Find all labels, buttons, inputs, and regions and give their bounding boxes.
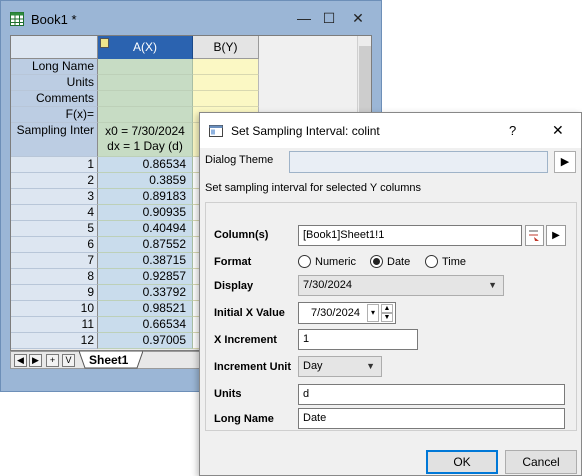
settings-group: Column(s) [Book1]Sheet1!1 ▶ Format Numer…: [205, 202, 577, 431]
initial-x-value-label: Initial X Value: [214, 307, 285, 319]
format-numeric-label[interactable]: Numeric: [315, 256, 356, 268]
long-name-label: Long Name: [214, 413, 274, 425]
sampling-x0-text: x0 = 7/30/2024: [105, 124, 185, 138]
row-header-units[interactable]: Units: [11, 75, 98, 91]
initial-x-value-picker[interactable]: 7/30/2024 ▾ ▲ ▼: [298, 302, 396, 324]
date-dropdown-icon[interactable]: ▾: [367, 304, 379, 322]
sheet-list-button[interactable]: V: [62, 354, 75, 367]
first-sheet-button[interactable]: ◀: [14, 354, 27, 367]
row-header[interactable]: 7: [11, 253, 98, 269]
dialog-theme-button[interactable]: ▶: [554, 151, 576, 173]
corner-cell[interactable]: [11, 36, 98, 59]
columns-label: Column(s): [214, 229, 269, 241]
columns-input[interactable]: [Book1]Sheet1!1: [298, 225, 522, 246]
column-x-marker-icon: [100, 38, 109, 48]
cell-a[interactable]: 0.66534: [98, 317, 193, 333]
sampling-dx-text: dx = 1 Day (d): [107, 139, 183, 153]
increment-unit-dropdown[interactable]: Day ▼: [298, 356, 382, 377]
column-picker-button[interactable]: [525, 225, 544, 246]
cell-a-fx[interactable]: [98, 107, 193, 123]
dialog-theme-label: Dialog Theme: [205, 154, 274, 166]
cell-a[interactable]: 0.87552: [98, 237, 193, 253]
dialog-title: Set Sampling Interval: colint: [231, 124, 380, 138]
help-button[interactable]: ?: [509, 123, 516, 138]
cancel-button[interactable]: Cancel: [505, 450, 577, 474]
row-header[interactable]: 3: [11, 189, 98, 205]
cell-b-long-name[interactable]: [193, 59, 259, 75]
column-header-b[interactable]: B(Y): [193, 36, 259, 59]
add-sheet-button[interactable]: +: [46, 354, 59, 367]
ok-button[interactable]: OK: [426, 450, 498, 474]
display-dropdown[interactable]: 7/30/2024 ▼: [298, 275, 504, 296]
cell-a[interactable]: 0.98521: [98, 301, 193, 317]
row-header[interactable]: 11: [11, 317, 98, 333]
row-header[interactable]: 6: [11, 237, 98, 253]
dialog-close-button[interactable]: ✕: [552, 122, 564, 139]
cell-a[interactable]: 0.89183: [98, 189, 193, 205]
cell-a[interactable]: 0.33792: [98, 285, 193, 301]
row-header[interactable]: 9: [11, 285, 98, 301]
row-header[interactable]: 4: [11, 205, 98, 221]
cell-a[interactable]: 0.86534: [98, 157, 193, 173]
workbook-icon: [10, 12, 24, 26]
row-header[interactable]: 5: [11, 221, 98, 237]
chevron-down-icon: ▼: [366, 361, 375, 371]
format-date-radio[interactable]: [370, 255, 383, 268]
units-label: Units: [214, 388, 242, 400]
cell-a-sampling-interval[interactable]: x0 = 7/30/2024 dx = 1 Day (d): [98, 123, 193, 157]
cell-a[interactable]: 0.92857: [98, 269, 193, 285]
increment-unit-label: Increment Unit: [214, 361, 292, 373]
cell-a[interactable]: 0.40494: [98, 221, 193, 237]
column-b-label: B(Y): [213, 40, 238, 54]
cell-a-long-name[interactable]: [98, 59, 193, 75]
column-header-a[interactable]: A(X): [98, 36, 193, 59]
display-label: Display: [214, 280, 254, 292]
dialog-description: Set sampling interval for selected Y col…: [205, 182, 422, 194]
spin-up-icon[interactable]: ▲: [381, 304, 393, 313]
row-header-long-name[interactable]: Long Name: [11, 59, 98, 75]
dialog-theme-field[interactable]: [289, 151, 548, 173]
cell-a[interactable]: 0.3859: [98, 173, 193, 189]
row-header-fx[interactable]: F(x)=: [11, 107, 98, 123]
close-button[interactable]: ✕: [335, 1, 381, 35]
row-header[interactable]: 12: [11, 333, 98, 349]
column-a-label: A(X): [133, 40, 157, 54]
cell-a[interactable]: 0.97005: [98, 333, 193, 349]
units-input[interactable]: d: [298, 384, 565, 405]
cell-b-comments[interactable]: [193, 91, 259, 107]
format-time-label[interactable]: Time: [442, 256, 466, 268]
dialog-titlebar[interactable]: Set Sampling Interval: colint ? ✕: [200, 113, 581, 148]
workbook-title: Book1 *: [31, 12, 77, 27]
format-numeric-radio[interactable]: [298, 255, 311, 268]
row-header-sampling-interval[interactable]: Sampling Inter: [11, 123, 98, 157]
chevron-down-icon: ▼: [488, 280, 497, 290]
sheet-tab-sheet1[interactable]: Sheet1: [89, 353, 128, 367]
long-name-input[interactable]: Date: [298, 408, 565, 429]
format-date-label[interactable]: Date: [387, 256, 410, 268]
cell-a[interactable]: 0.90935: [98, 205, 193, 221]
column-picker-icon: [529, 230, 539, 241]
row-header[interactable]: 1: [11, 157, 98, 173]
cell-a-units[interactable]: [98, 75, 193, 91]
dialog-window-icon: [209, 125, 223, 137]
row-header[interactable]: 10: [11, 301, 98, 317]
spin-down-icon[interactable]: ▼: [381, 313, 393, 322]
cell-a-comments[interactable]: [98, 91, 193, 107]
set-sampling-interval-dialog: Set Sampling Interval: colint ? ✕ Dialog…: [199, 112, 582, 476]
cell-a[interactable]: 0.38715: [98, 253, 193, 269]
next-sheet-button[interactable]: ▶: [29, 354, 42, 367]
column-options-arrow-icon[interactable]: ▶: [546, 225, 566, 246]
display-value: 7/30/2024: [303, 279, 352, 291]
cell-b-units[interactable]: [193, 75, 259, 91]
x-increment-input[interactable]: 1: [298, 329, 418, 350]
format-time-radio[interactable]: [425, 255, 438, 268]
row-header-comments[interactable]: Comments: [11, 91, 98, 107]
workbook-titlebar[interactable]: Book1 * — ☐ ✕: [1, 1, 381, 35]
increment-unit-value: Day: [303, 360, 323, 372]
row-header[interactable]: 8: [11, 269, 98, 285]
initial-x-value-text: 7/30/2024: [311, 307, 360, 319]
row-header[interactable]: 2: [11, 173, 98, 189]
format-label: Format: [214, 256, 252, 268]
x-increment-label: X Increment: [214, 334, 277, 346]
